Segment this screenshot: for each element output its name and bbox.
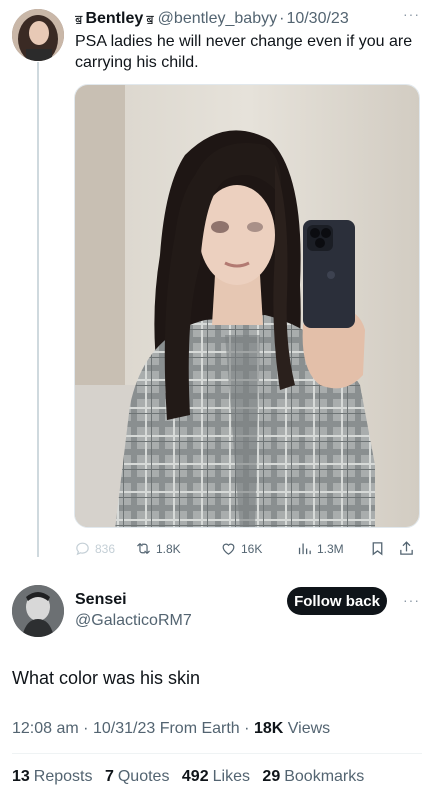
like-count: 16K [241,541,263,556]
bookmarks-label: Bookmarks [284,768,365,785]
bookmarks-count: 29 [262,768,281,785]
avatar-image [12,585,64,637]
reposts-label: Reposts [33,768,93,785]
separator: · [279,10,285,27]
bookmarks-stat[interactable]: 29 Bookmarks [262,768,364,785]
more-options-icon[interactable]: ··· [403,6,420,22]
bookmark-icon [372,542,383,556]
reply-icon [76,542,89,556]
likes-stat[interactable]: 492 Likes [182,768,250,785]
separator: · [83,720,89,737]
more-options-icon[interactable]: ··· [403,592,420,608]
name-prefix-glyph: ॿ [75,12,83,27]
likes-count: 492 [181,768,209,785]
follow-back-button[interactable]: Follow back [287,587,387,615]
views-icon [298,543,311,555]
retweet-action[interactable]: 1.8K [135,540,181,557]
reply-text: What color was his skin [12,668,201,688]
reply-stats: 13 Reposts 7 Quotes 492 Likes 29 Bookmarks [12,768,372,786]
like-action[interactable]: 16K [220,540,262,557]
separator: · [244,720,250,737]
reply-author: Sensei @GalacticoRM7 [75,590,192,632]
divider [12,753,422,754]
share-action[interactable] [398,540,415,557]
author-name[interactable]: Bentley [85,10,143,28]
reply-source: From Earth [159,720,240,737]
reply-meta: 12:08 am · 10/31/23 From Earth · 18K Vie… [12,720,330,738]
thread-line [37,62,39,557]
avatar-image [12,9,64,61]
likes-label: Likes [212,768,250,785]
reply-date[interactable]: 10/31/23 [93,720,155,737]
author-handle[interactable]: @bentley_babyy [158,10,277,28]
views-action[interactable]: 1.3M [296,540,344,557]
tweet-text: PSA ladies he will never change even if … [75,33,413,71]
reply-count: 836 [95,541,116,556]
tweet-photo[interactable] [74,84,420,528]
views-count: 1.3M [317,541,344,556]
quotes-count: 7 [104,768,114,785]
retweet-count: 1.8K [156,541,181,556]
tweet-date[interactable]: 10/30/23 [286,10,348,28]
tweet-header: ॿ Bentley ॿ @bentley_babyy · 10/30/23 [75,8,424,30]
selfie-image [75,85,419,527]
reply-author-handle[interactable]: @GalacticoRM7 [75,610,192,632]
avatar[interactable] [12,585,64,637]
name-suffix-glyph: ॿ [146,12,154,27]
like-icon [222,543,235,555]
quotes-stat[interactable]: 7 Quotes [105,768,170,785]
views-count: 18K [253,720,284,737]
retweet-icon [137,543,150,554]
tweet-action-bar: 836 1.8K 16K 1.3M [74,537,424,561]
reply-time[interactable]: 12:08 am [12,720,79,737]
quotes-label: Quotes [117,768,170,785]
reply-author-name[interactable]: Sensei [75,590,192,610]
share-icon [400,541,413,555]
bookmark-action[interactable] [369,540,386,557]
reply-action[interactable]: 836 [74,540,115,557]
avatar[interactable] [12,9,64,61]
reposts-stat[interactable]: 13 Reposts [12,768,93,785]
reposts-count: 13 [12,768,30,785]
views-label: Views [287,720,331,737]
